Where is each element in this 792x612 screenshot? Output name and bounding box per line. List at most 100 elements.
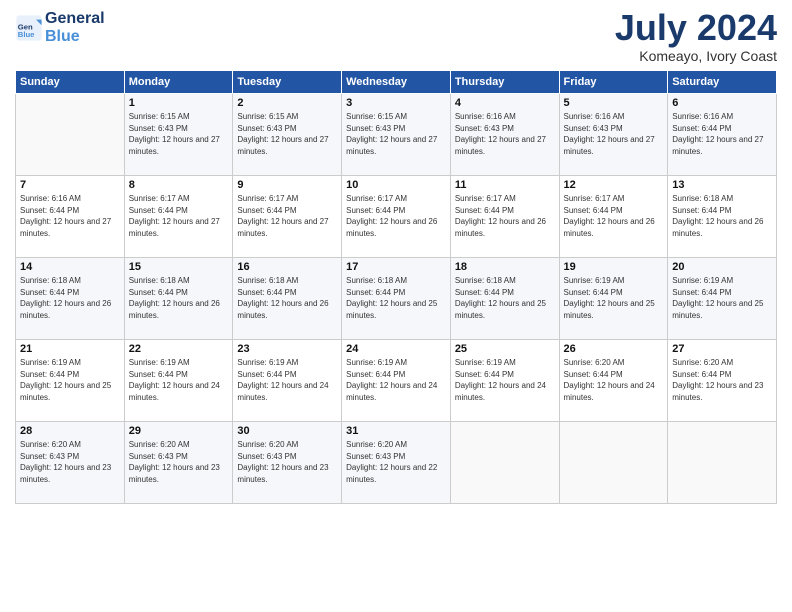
day-header-wednesday: Wednesday xyxy=(342,71,451,94)
calendar-cell: 13Sunrise: 6:18 AMSunset: 6:44 PMDayligh… xyxy=(668,176,777,258)
day-number: 22 xyxy=(129,343,229,355)
calendar-cell: 14 Sunrise: 6:18 AMSunset: 6:44 PMDayligh… xyxy=(16,258,125,340)
calendar-cell xyxy=(559,422,668,504)
calendar-cell: 2 Sunrise: 6:15 AMSunset: 6:43 PMDaylight… xyxy=(233,94,342,176)
calendar-cell: 20 Sunrise: 6:19 AMSunset: 6:44 PMDayligh… xyxy=(668,258,777,340)
day-info: Sunrise: 6:18 AMSunset: 6:44 PMDaylight:… xyxy=(129,275,229,321)
day-info: Sunrise: 6:15 AMSunset: 6:43 PMDaylight:… xyxy=(129,111,229,157)
day-header-monday: Monday xyxy=(124,71,233,94)
day-number: 7 xyxy=(20,179,120,191)
calendar-cell: 10 Sunrise: 6:17 AMSunset: 6:44 PMDayligh… xyxy=(342,176,451,258)
day-number: 23 xyxy=(237,343,337,355)
day-info: Sunrise: 6:18 AMSunset: 6:44 PMDaylight:… xyxy=(455,275,555,321)
location-subtitle: Komeayo, Ivory Coast xyxy=(615,48,777,64)
page-header: Gen Blue General Blue July 2024 Komeayo,… xyxy=(15,10,777,64)
day-number: 13 xyxy=(672,179,772,191)
day-number: 11 xyxy=(455,179,555,191)
day-number: 19 xyxy=(564,261,664,273)
calendar-cell: 21 Sunrise: 6:19 AMSunset: 6:44 PMDayligh… xyxy=(16,340,125,422)
day-info: Sunrise: 6:19 AMSunset: 6:44 PMDaylight:… xyxy=(455,357,555,403)
calendar-cell: 9Sunrise: 6:17 AMSunset: 6:44 PMDaylight… xyxy=(233,176,342,258)
day-header-saturday: Saturday xyxy=(668,71,777,94)
day-info: Sunrise: 6:16 AMSunset: 6:43 PMDaylight:… xyxy=(564,111,664,157)
calendar-cell: 1Sunrise: 6:15 AMSunset: 6:43 PMDaylight… xyxy=(124,94,233,176)
day-info: Sunrise: 6:18 AMSunset: 6:44 PMDaylight:… xyxy=(346,275,446,321)
day-info: Sunrise: 6:18 AMSunset: 6:44 PMDaylight:… xyxy=(20,275,120,321)
day-info: Sunrise: 6:19 AMSunset: 6:44 PMDaylight:… xyxy=(129,357,229,403)
day-number: 5 xyxy=(564,97,664,109)
day-info: Sunrise: 6:16 AMSunset: 6:44 PMDaylight:… xyxy=(20,193,120,239)
day-info: Sunrise: 6:20 AMSunset: 6:43 PMDaylight:… xyxy=(346,439,446,485)
day-number: 25 xyxy=(455,343,555,355)
calendar-cell: 12Sunrise: 6:17 AMSunset: 6:44 PMDayligh… xyxy=(559,176,668,258)
day-number: 31 xyxy=(346,425,446,437)
calendar-week-5: 28 Sunrise: 6:20 AMSunset: 6:43 PMDayligh… xyxy=(16,422,777,504)
day-number: 12 xyxy=(564,179,664,191)
calendar-week-3: 14 Sunrise: 6:18 AMSunset: 6:44 PMDayligh… xyxy=(16,258,777,340)
day-number: 14 xyxy=(20,261,120,273)
day-number: 16 xyxy=(237,261,337,273)
calendar-cell: 18 Sunrise: 6:18 AMSunset: 6:44 PMDayligh… xyxy=(450,258,559,340)
logo-text-line2: Blue xyxy=(45,28,105,46)
day-number: 30 xyxy=(237,425,337,437)
day-info: Sunrise: 6:19 AMSunset: 6:44 PMDaylight:… xyxy=(672,275,772,321)
day-number: 4 xyxy=(455,97,555,109)
day-number: 24 xyxy=(346,343,446,355)
calendar-cell: 15 Sunrise: 6:18 AMSunset: 6:44 PMDayligh… xyxy=(124,258,233,340)
day-info: Sunrise: 6:16 AMSunset: 6:43 PMDaylight:… xyxy=(455,111,555,157)
day-number: 26 xyxy=(564,343,664,355)
calendar-cell: 22 Sunrise: 6:19 AMSunset: 6:44 PMDayligh… xyxy=(124,340,233,422)
logo: Gen Blue General Blue xyxy=(15,10,105,45)
calendar-cell: 11Sunrise: 6:17 AMSunset: 6:44 PMDayligh… xyxy=(450,176,559,258)
calendar-cell: 19 Sunrise: 6:19 AMSunset: 6:44 PMDayligh… xyxy=(559,258,668,340)
calendar-cell: 8 Sunrise: 6:17 AMSunset: 6:44 PMDaylight… xyxy=(124,176,233,258)
calendar-cell: 3 Sunrise: 6:15 AMSunset: 6:43 PMDaylight… xyxy=(342,94,451,176)
day-number: 3 xyxy=(346,97,446,109)
calendar-cell: 29Sunrise: 6:20 AMSunset: 6:43 PMDayligh… xyxy=(124,422,233,504)
day-number: 29 xyxy=(129,425,229,437)
day-number: 15 xyxy=(129,261,229,273)
day-number: 21 xyxy=(20,343,120,355)
calendar-week-4: 21 Sunrise: 6:19 AMSunset: 6:44 PMDayligh… xyxy=(16,340,777,422)
title-block: July 2024 Komeayo, Ivory Coast xyxy=(615,10,777,64)
day-info: Sunrise: 6:19 AMSunset: 6:44 PMDaylight:… xyxy=(346,357,446,403)
day-info: Sunrise: 6:17 AMSunset: 6:44 PMDaylight:… xyxy=(346,193,446,239)
calendar-cell xyxy=(16,94,125,176)
day-number: 18 xyxy=(455,261,555,273)
calendar-cell: 31 Sunrise: 6:20 AMSunset: 6:43 PMDayligh… xyxy=(342,422,451,504)
day-info: Sunrise: 6:19 AMSunset: 6:44 PMDaylight:… xyxy=(237,357,337,403)
day-header-sunday: Sunday xyxy=(16,71,125,94)
calendar-cell xyxy=(668,422,777,504)
calendar-cell: 6Sunrise: 6:16 AMSunset: 6:44 PMDaylight… xyxy=(668,94,777,176)
day-number: 20 xyxy=(672,261,772,273)
day-info: Sunrise: 6:15 AMSunset: 6:43 PMDaylight:… xyxy=(237,111,337,157)
day-info: Sunrise: 6:15 AMSunset: 6:43 PMDaylight:… xyxy=(346,111,446,157)
calendar-cell: 16Sunrise: 6:18 AMSunset: 6:44 PMDayligh… xyxy=(233,258,342,340)
day-info: Sunrise: 6:20 AMSunset: 6:44 PMDaylight:… xyxy=(672,357,772,403)
svg-text:Blue: Blue xyxy=(18,30,35,39)
calendar-cell: 26 Sunrise: 6:20 AMSunset: 6:44 PMDayligh… xyxy=(559,340,668,422)
day-info: Sunrise: 6:19 AMSunset: 6:44 PMDaylight:… xyxy=(20,357,120,403)
calendar-cell: 30Sunrise: 6:20 AMSunset: 6:43 PMDayligh… xyxy=(233,422,342,504)
calendar-cell: 28 Sunrise: 6:20 AMSunset: 6:43 PMDayligh… xyxy=(16,422,125,504)
day-number: 27 xyxy=(672,343,772,355)
day-number: 10 xyxy=(346,179,446,191)
day-number: 8 xyxy=(129,179,229,191)
day-number: 2 xyxy=(237,97,337,109)
day-info: Sunrise: 6:19 AMSunset: 6:44 PMDaylight:… xyxy=(564,275,664,321)
calendar-week-1: 1Sunrise: 6:15 AMSunset: 6:43 PMDaylight… xyxy=(16,94,777,176)
day-info: Sunrise: 6:17 AMSunset: 6:44 PMDaylight:… xyxy=(129,193,229,239)
month-title: July 2024 xyxy=(615,10,777,46)
day-header-friday: Friday xyxy=(559,71,668,94)
day-number: 28 xyxy=(20,425,120,437)
day-header-tuesday: Tuesday xyxy=(233,71,342,94)
day-info: Sunrise: 6:20 AMSunset: 6:44 PMDaylight:… xyxy=(564,357,664,403)
day-number: 17 xyxy=(346,261,446,273)
calendar-cell: 7 Sunrise: 6:16 AMSunset: 6:44 PMDaylight… xyxy=(16,176,125,258)
day-info: Sunrise: 6:20 AMSunset: 6:43 PMDaylight:… xyxy=(20,439,120,485)
logo-text-line1: General xyxy=(45,10,105,28)
calendar-cell xyxy=(450,422,559,504)
day-number: 9 xyxy=(237,179,337,191)
calendar-cell: 4 Sunrise: 6:16 AMSunset: 6:43 PMDaylight… xyxy=(450,94,559,176)
calendar-cell: 5 Sunrise: 6:16 AMSunset: 6:43 PMDaylight… xyxy=(559,94,668,176)
